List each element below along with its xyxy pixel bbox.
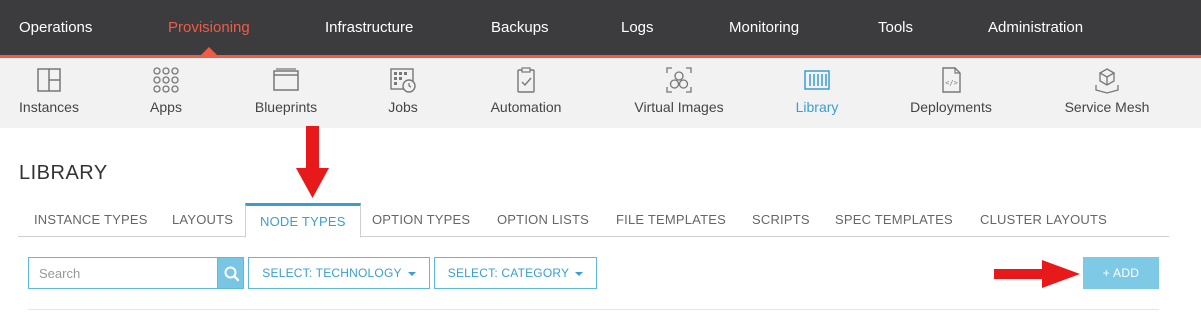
- add-button[interactable]: + ADD: [1083, 257, 1159, 289]
- deployments-icon: </>: [942, 67, 961, 93]
- select-technology-label: SELECT: TECHNOLOGY: [262, 266, 402, 280]
- sub-nav-blueprints[interactable]: Blueprints: [250, 58, 322, 131]
- tab-scripts[interactable]: SCRIPTS: [752, 203, 810, 237]
- sub-nav-automation[interactable]: Automation: [487, 58, 565, 131]
- top-nav-backups[interactable]: Backups: [491, 0, 549, 55]
- sub-nav-label: Virtual Images: [634, 99, 724, 115]
- sub-nav-label: Service Mesh: [1064, 99, 1150, 115]
- instances-icon: [37, 68, 61, 92]
- select-technology-dropdown[interactable]: SELECT: TECHNOLOGY: [248, 257, 430, 289]
- tab-option-lists[interactable]: OPTION LISTS: [497, 203, 589, 237]
- tab-instance-types[interactable]: INSTANCE TYPES: [34, 203, 148, 237]
- annotation-arrow-down: [296, 126, 329, 198]
- service-mesh-icon: [1095, 68, 1119, 94]
- search-button[interactable]: [217, 257, 244, 289]
- search-box: [28, 257, 244, 289]
- sub-nav-jobs[interactable]: Jobs: [381, 58, 425, 131]
- sub-nav-instances[interactable]: Instances: [14, 58, 84, 131]
- svg-text:</>: </>: [945, 79, 958, 87]
- automation-icon: [517, 67, 535, 93]
- tab-file-templates[interactable]: FILE TEMPLATES: [616, 203, 726, 237]
- blueprints-icon: [273, 68, 299, 91]
- top-nav-operations[interactable]: Operations: [19, 0, 92, 55]
- top-nav: Operations Provisioning Infrastructure B…: [0, 0, 1201, 56]
- apps-icon: [153, 67, 179, 93]
- sub-nav-label: Jobs: [388, 99, 418, 115]
- sub-nav-label: Apps: [150, 99, 182, 115]
- tab-node-types[interactable]: NODE TYPES: [245, 203, 361, 238]
- virtual-images-icon: [666, 67, 692, 93]
- chevron-down-icon: [407, 271, 416, 276]
- chevron-down-icon: [575, 271, 584, 276]
- sub-nav: Instances Apps Blueprints Jobs Automatio…: [0, 55, 1201, 128]
- library-icon: [804, 70, 830, 90]
- tab-layouts[interactable]: LAYOUTS: [172, 203, 233, 237]
- select-category-label: SELECT: CATEGORY: [447, 266, 570, 280]
- sub-nav-library[interactable]: Library: [791, 58, 843, 131]
- top-nav-tools[interactable]: Tools: [878, 0, 913, 55]
- tab-cluster-layouts[interactable]: CLUSTER LAYOUTS: [980, 203, 1107, 237]
- sub-nav-label: Automation: [490, 99, 562, 115]
- tab-spec-templates[interactable]: SPEC TEMPLATES: [835, 203, 953, 237]
- top-nav-monitoring[interactable]: Monitoring: [729, 0, 799, 55]
- top-nav-infrastructure[interactable]: Infrastructure: [325, 0, 413, 55]
- search-input[interactable]: [28, 257, 217, 289]
- sub-nav-label: Library: [795, 99, 839, 115]
- jobs-icon: [390, 68, 416, 93]
- sub-nav-apps[interactable]: Apps: [136, 58, 196, 131]
- top-nav-logs[interactable]: Logs: [621, 0, 654, 55]
- sub-nav-label: Blueprints: [254, 99, 318, 115]
- select-category-dropdown[interactable]: SELECT: CATEGORY: [434, 257, 597, 289]
- annotation-arrow-right: [994, 260, 1080, 288]
- top-nav-administration[interactable]: Administration: [988, 0, 1083, 55]
- divider: [28, 309, 1159, 310]
- sub-nav-label: Deployments: [910, 99, 992, 115]
- search-icon: [224, 266, 240, 282]
- sub-nav-label: Instances: [19, 99, 79, 115]
- tab-option-types[interactable]: OPTION TYPES: [372, 203, 470, 237]
- sub-nav-deployments[interactable]: </> Deployments: [906, 58, 996, 131]
- page-title: LIBRARY: [19, 162, 108, 184]
- sub-nav-virtual-images[interactable]: Virtual Images: [630, 58, 728, 131]
- library-tabs: INSTANCE TYPES LAYOUTS NODE TYPES OPTION…: [18, 203, 1169, 238]
- sub-nav-service-mesh[interactable]: Service Mesh: [1062, 58, 1152, 131]
